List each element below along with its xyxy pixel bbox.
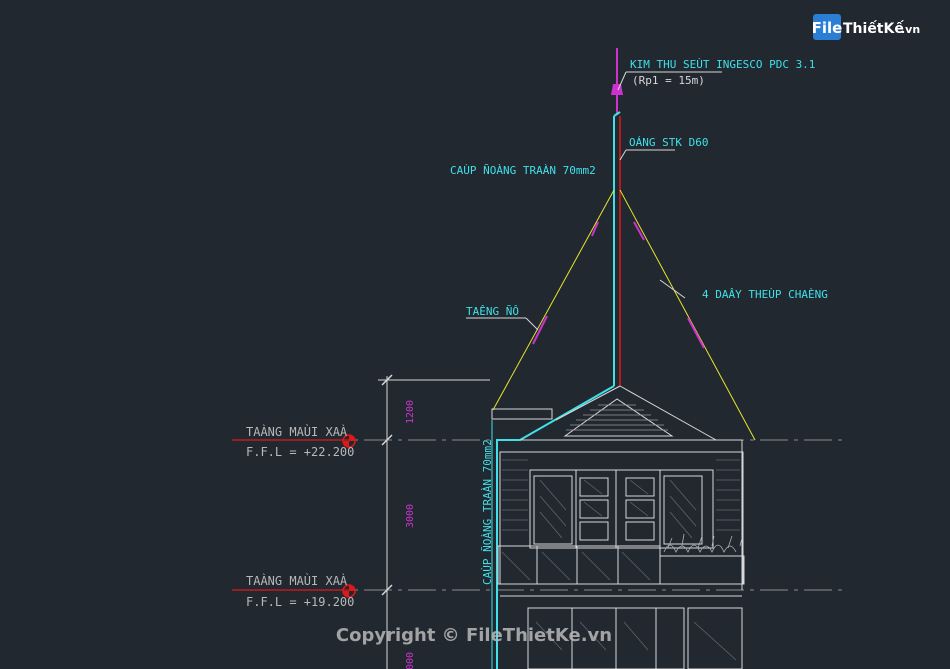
cad-drawing-viewport: File ThiếtKế .vn TAÀNG MAÙI XAÀ F.F.L = … bbox=[0, 0, 950, 669]
logo-rest-text: ThiếtKế bbox=[843, 20, 904, 37]
level-marker-1: TAÀNG MAÙI XAÀ F.F.L = +22.200 bbox=[246, 424, 356, 459]
logo-suffix-text: .vn bbox=[901, 23, 920, 36]
annotation-lightning-rod: KIM THU SEÙT INGESCO PDC 3.1 bbox=[630, 58, 815, 71]
dim-3000-b: 3000 bbox=[405, 652, 416, 669]
annotation-radius: (Rp1 = 15m) bbox=[632, 74, 705, 87]
level-ffl-2: F.F.L = +19.200 bbox=[246, 595, 354, 609]
level-name-1: TAÀNG MAÙI XAÀ bbox=[246, 424, 348, 439]
logo-main-text: File bbox=[812, 19, 843, 37]
annotation-turnbuckle: TAÊNG ÑÔ bbox=[466, 305, 519, 318]
level-ffl-1: F.F.L = +22.200 bbox=[246, 445, 354, 459]
guy-wires bbox=[492, 189, 756, 441]
level-name-2: TAÀNG MAÙI XAÀ bbox=[246, 573, 348, 588]
planter-plants bbox=[663, 533, 743, 553]
annotation-guy-wires: 4 DAÂY THEÙP CHAÈNG bbox=[702, 288, 828, 301]
upper-windows bbox=[529, 469, 714, 549]
annotation-pipe: OÁNG STK D60 bbox=[629, 136, 708, 149]
level-marker-2: TAÀNG MAÙI XAÀ F.F.L = +19.200 bbox=[246, 573, 356, 609]
dim-1200: 1200 bbox=[405, 400, 416, 424]
cad-elevation-drawing: File ThiếtKế .vn TAÀNG MAÙI XAÀ F.F.L = … bbox=[232, 14, 920, 669]
annotations: KIM THU SEÙT INGESCO PDC 3.1 (Rp1 = 15m)… bbox=[450, 58, 828, 585]
balcony-railing bbox=[497, 545, 745, 585]
annotation-cable-top: CAÙP ÑOÀNG TRAÀN 70mm2 bbox=[450, 164, 596, 177]
dim-3000-a: 3000 bbox=[405, 504, 416, 528]
copyright-watermark: Copyright © FileThietKe.vn bbox=[336, 625, 612, 646]
lightning-rod-mast bbox=[611, 48, 623, 386]
filethietke-logo: File ThiếtKế .vn bbox=[812, 14, 920, 40]
